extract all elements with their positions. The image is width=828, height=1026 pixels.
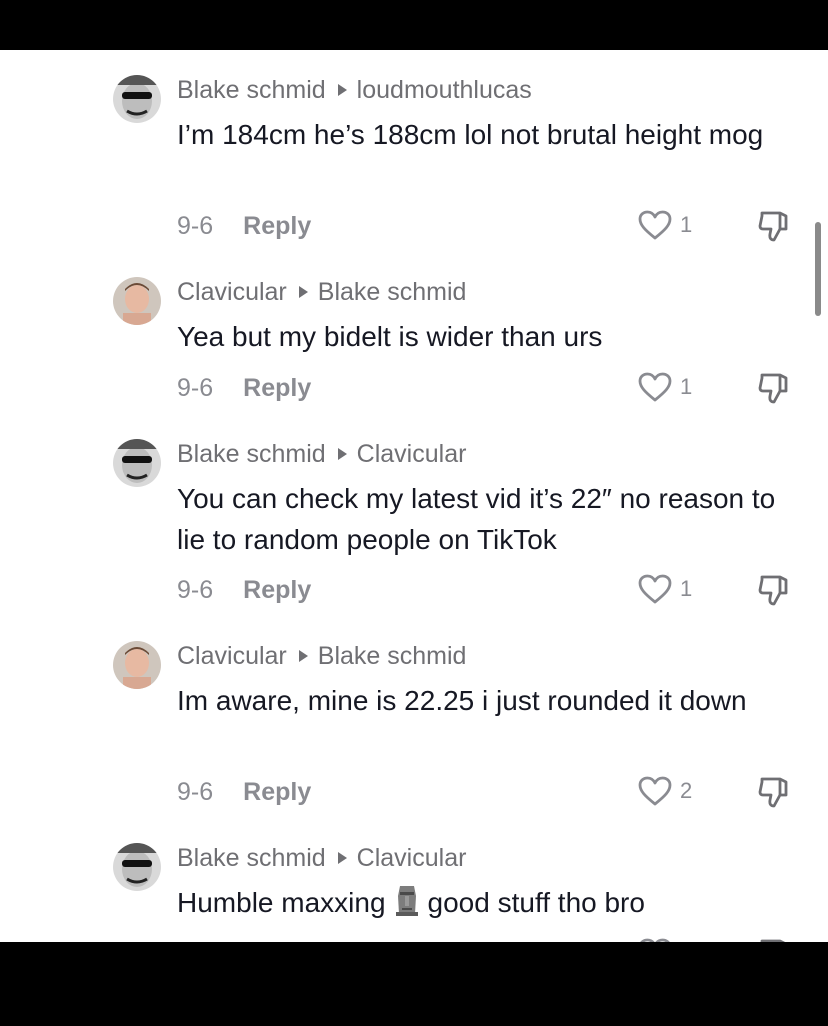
comment-date: 9-6 xyxy=(177,212,214,240)
like-button[interactable]: 1 xyxy=(637,208,717,242)
author-name[interactable]: Clavicular xyxy=(177,278,287,306)
comment-header: Clavicular Blake schmid xyxy=(177,277,466,307)
thumbs-down-icon xyxy=(758,575,788,606)
thumbs-down-icon xyxy=(758,373,788,404)
heart-outline-icon xyxy=(638,574,672,604)
avatar[interactable] xyxy=(113,439,161,487)
dislike-button[interactable] xyxy=(757,936,793,942)
comment-text: I’m 184cm he’s 188cm lol not brutal heig… xyxy=(177,119,764,150)
thumbs-down-icon xyxy=(758,777,788,808)
avatar[interactable] xyxy=(113,843,161,891)
comments-panel: Blake schmid loudmouthlucas I’m 184cm he’… xyxy=(0,50,828,942)
reply-to-name[interactable]: Blake schmid xyxy=(318,278,467,306)
comment-meta: 9-6 Reply xyxy=(177,211,311,241)
comment-header: Blake schmid loudmouthlucas xyxy=(177,75,532,105)
author-name[interactable]: Blake schmid xyxy=(177,76,326,104)
heart-outline-icon xyxy=(640,938,670,942)
comment-date: 9-6 xyxy=(177,374,214,402)
comment-date: 9-6 xyxy=(177,576,214,604)
comment-text: Humble maxxing good stuff tho bro xyxy=(177,882,787,923)
reply-to-name[interactable]: Clavicular xyxy=(357,844,467,872)
heart-outline-icon xyxy=(638,776,672,806)
like-count: 1 xyxy=(680,212,693,237)
dislike-button[interactable] xyxy=(757,208,793,244)
triangle-right-icon xyxy=(298,286,308,298)
like-count: 2 xyxy=(680,778,693,803)
like-count: 1 xyxy=(680,576,693,601)
like-button[interactable]: 1 xyxy=(637,370,717,404)
reply-to-name[interactable]: loudmouthlucas xyxy=(357,76,532,104)
reply-button[interactable]: Reply xyxy=(243,778,311,806)
comment-text-part: good stuff tho bro xyxy=(427,887,645,918)
like-count: 1 xyxy=(680,374,693,399)
dislike-button[interactable] xyxy=(757,774,793,810)
reply-button[interactable]: Reply xyxy=(243,576,311,604)
reply-to-name[interactable]: Clavicular xyxy=(357,440,467,468)
comment-header: Blake schmid Clavicular xyxy=(177,843,466,873)
triangle-right-icon xyxy=(298,650,308,662)
comment-text: You can check my latest vid it’s 22″ no … xyxy=(177,483,776,555)
author-name[interactable]: Clavicular xyxy=(177,642,287,670)
author-name[interactable]: Blake schmid xyxy=(177,844,326,872)
avatar[interactable] xyxy=(113,277,161,325)
author-name[interactable]: Blake schmid xyxy=(177,440,326,468)
comment-meta: 9-6 Reply xyxy=(177,575,311,605)
dislike-button[interactable] xyxy=(757,370,793,406)
reply-button[interactable]: Reply xyxy=(243,374,311,402)
like-button[interactable]: 2 xyxy=(637,774,717,808)
comment-date: 9-6 xyxy=(177,778,214,806)
like-button[interactable] xyxy=(637,936,717,942)
thumbs-down-icon xyxy=(760,939,786,942)
moai-emoji-icon xyxy=(395,886,418,916)
comment-text: Im aware, mine is 22.25 i just rounded i… xyxy=(177,685,747,716)
comment-header: Clavicular Blake schmid xyxy=(177,641,466,671)
heart-outline-icon xyxy=(638,372,672,402)
triangle-right-icon xyxy=(337,852,347,864)
reply-to-name[interactable]: Blake schmid xyxy=(318,642,467,670)
comment-text: Yea but my bidelt is wider than urs xyxy=(177,321,603,352)
heart-outline-icon xyxy=(638,210,672,240)
triangle-right-icon xyxy=(337,448,347,460)
comment-header: Blake schmid Clavicular xyxy=(177,439,466,469)
avatar[interactable] xyxy=(113,641,161,689)
comment-meta: 9-6 Reply xyxy=(177,777,311,807)
triangle-right-icon xyxy=(337,84,347,96)
avatar[interactable] xyxy=(113,75,161,123)
comment-text-part: Humble maxxing xyxy=(177,887,386,918)
reply-button[interactable]: Reply xyxy=(243,212,311,240)
thumbs-down-icon xyxy=(758,211,788,242)
like-button[interactable]: 1 xyxy=(637,572,717,606)
comment-meta: 9-6 Reply xyxy=(177,373,311,403)
dislike-button[interactable] xyxy=(757,572,793,608)
scrollbar[interactable] xyxy=(815,222,821,316)
